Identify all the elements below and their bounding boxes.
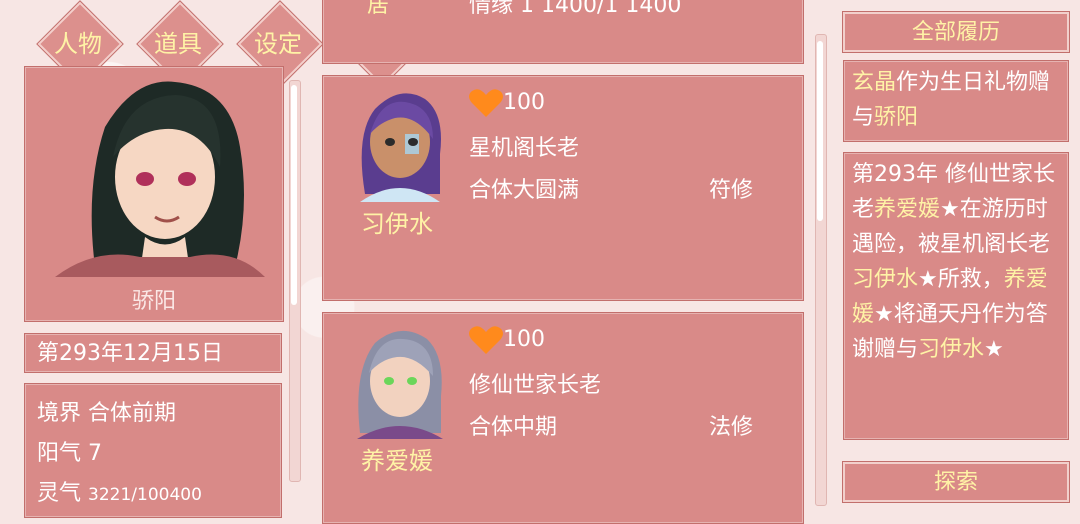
- character-card[interactable]: 习伊水 100 星机阁长老 合体大圆满 符修: [322, 75, 804, 301]
- history-text: ★: [984, 337, 1004, 362]
- player-portrait: [55, 81, 265, 277]
- character-card[interactable]: 养爱媛 100 修仙世家长老 合体中期 法修: [322, 312, 804, 524]
- game-date: 第293年12月15日: [24, 333, 282, 373]
- character-role: 星机阁长老: [469, 136, 580, 161]
- history-entry: 第293年 修仙世家长老养爱媛★在游历时遇险，被星机阁长老习伊水★所救，养爱媛★…: [843, 152, 1069, 440]
- player-name: 骄阳: [131, 289, 176, 314]
- tab-label: 设定: [254, 30, 302, 58]
- tab-label: 人物: [54, 30, 102, 58]
- character-name: 养爱媛: [361, 447, 433, 475]
- realm-line: 境界 合体前期: [37, 394, 269, 434]
- history-person-name: 骄阳: [874, 105, 919, 130]
- yang-value: 7: [88, 441, 103, 466]
- character-realm: 合体中期: [469, 415, 558, 440]
- left-scrollbar-thumb[interactable]: [291, 85, 297, 305]
- realm-label: 境界: [37, 401, 82, 426]
- middle-scrollbar[interactable]: [815, 34, 827, 506]
- middle-scrollbar-thumb[interactable]: [817, 41, 823, 221]
- character-name: 习伊水: [361, 210, 433, 238]
- partial-info: 情缘 1 1400/1 1400: [469, 0, 682, 18]
- favor-value: 100: [503, 327, 545, 352]
- qi-line: 灵气 3221/100400: [37, 474, 269, 514]
- realm-value: 合体前期: [88, 401, 177, 426]
- character-portrait: [357, 330, 443, 439]
- history-person-name: 养爱媛: [874, 197, 941, 222]
- tab-label: 道具: [154, 30, 202, 58]
- player-portrait-card[interactable]: 骄阳: [24, 66, 284, 322]
- character-path: 法修: [709, 415, 754, 440]
- character-realm: 合体大圆满: [469, 178, 580, 203]
- character-path: 符修: [709, 178, 754, 203]
- all-history-button[interactable]: 全部履历: [843, 12, 1069, 52]
- history-item-name: 玄晶: [852, 70, 897, 95]
- qi-label: 灵气: [37, 481, 82, 506]
- character-portrait: [360, 93, 441, 202]
- partial-name: 居: [367, 0, 390, 18]
- qi-value: 3221/100400: [88, 485, 202, 505]
- favor-value: 100: [503, 90, 545, 115]
- character-card-partial[interactable]: 居 情缘 1 1400/1 1400: [322, 0, 804, 64]
- explore-button[interactable]: 探索: [843, 462, 1069, 502]
- heart-icon: [469, 89, 503, 117]
- player-stats: 境界 合体前期 阳气 7 灵气 3221/100400: [24, 383, 282, 518]
- history-text: ★所救，: [918, 267, 1004, 292]
- history-entry: 玄晶作为生日礼物赠与骄阳: [843, 60, 1069, 142]
- yang-line: 阳气 7: [37, 434, 269, 474]
- left-scrollbar[interactable]: [289, 80, 301, 482]
- character-role: 修仙世家长老: [469, 373, 602, 398]
- heart-icon: [469, 326, 503, 354]
- yang-label: 阳气: [37, 441, 82, 466]
- history-person-name: 习伊水: [918, 337, 985, 362]
- history-person-name: 习伊水: [852, 267, 919, 292]
